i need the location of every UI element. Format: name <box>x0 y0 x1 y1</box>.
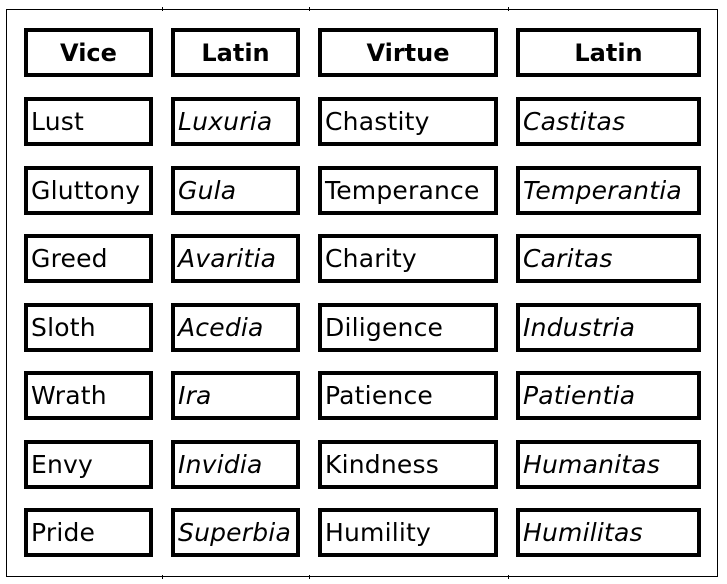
virtue-cell: Charity <box>318 234 498 283</box>
virtue-latin-cell: Humanitas <box>516 439 701 489</box>
virtue-cell: Patience <box>318 371 498 420</box>
header-virtue: Virtue <box>318 28 498 77</box>
tick-mark <box>508 575 509 579</box>
vice-cell: Gluttony <box>24 165 153 215</box>
tick-mark <box>162 575 163 579</box>
virtue-cell: Kindness <box>318 439 498 489</box>
virtue-cell: Diligence <box>318 302 498 352</box>
header-virtue-latin: Latin <box>516 28 701 77</box>
virtue-latin-cell: Patientia <box>516 371 701 420</box>
vice-latin-cell: Avaritia <box>171 234 300 283</box>
vice-cell: Lust <box>24 97 153 146</box>
tick-mark <box>508 7 509 11</box>
vice-latin-cell: Ira <box>171 371 300 420</box>
vice-cell: Envy <box>24 439 153 489</box>
vice-cell: Sloth <box>24 302 153 352</box>
header-vice-latin: Latin <box>171 28 300 77</box>
tick-mark <box>309 575 310 579</box>
vice-latin-cell: Gula <box>171 165 300 215</box>
header-vice: Vice <box>24 28 153 77</box>
tick-mark <box>309 7 310 11</box>
vice-latin-cell: Luxuria <box>171 97 300 146</box>
virtue-cell: Chastity <box>318 97 498 146</box>
vice-latin-cell: Acedia <box>171 302 300 352</box>
virtue-latin-cell: Industria <box>516 302 701 352</box>
virtue-cell: Temperance <box>318 165 498 215</box>
virtue-latin-cell: Humilitas <box>516 508 701 557</box>
vice-cell: Wrath <box>24 371 153 420</box>
vice-cell: Greed <box>24 234 153 283</box>
virtue-cell: Humility <box>318 508 498 557</box>
page-frame <box>6 9 718 577</box>
virtue-latin-cell: Castitas <box>516 97 701 146</box>
virtue-latin-cell: Caritas <box>516 234 701 283</box>
virtue-latin-cell: Temperantia <box>516 165 701 215</box>
vice-latin-cell: Invidia <box>171 439 300 489</box>
tick-mark <box>162 7 163 11</box>
vice-cell: Pride <box>24 508 153 557</box>
vice-latin-cell: Superbia <box>171 508 300 557</box>
